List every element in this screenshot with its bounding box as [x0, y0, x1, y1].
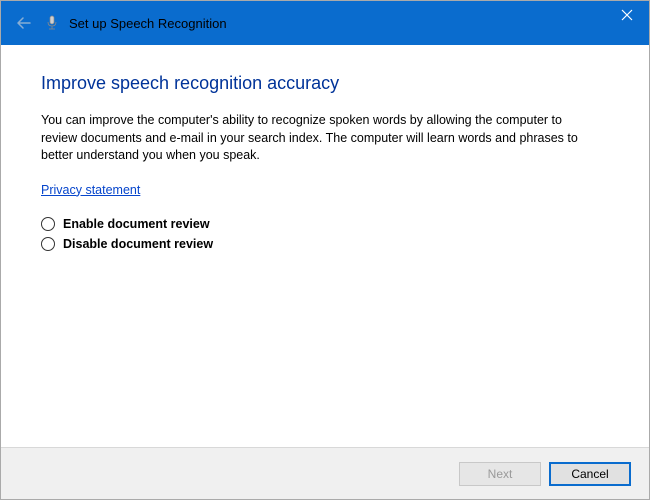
- microphone-icon: [43, 14, 61, 32]
- radio-disable-label: Disable document review: [63, 237, 213, 251]
- back-arrow-icon[interactable]: [15, 14, 33, 32]
- titlebar: Set up Speech Recognition: [1, 1, 649, 45]
- radio-disable-document-review[interactable]: Disable document review: [41, 237, 609, 251]
- document-review-radio-group: Enable document review Disable document …: [41, 217, 609, 251]
- close-button[interactable]: [605, 1, 649, 29]
- radio-enable-document-review[interactable]: Enable document review: [41, 217, 609, 231]
- privacy-statement-link[interactable]: Privacy statement: [41, 183, 140, 197]
- radio-icon: [41, 217, 55, 231]
- content-area: Improve speech recognition accuracy You …: [1, 45, 649, 447]
- next-button: Next: [459, 462, 541, 486]
- radio-icon: [41, 237, 55, 251]
- footer-bar: Next Cancel: [1, 447, 649, 499]
- page-heading: Improve speech recognition accuracy: [41, 73, 609, 94]
- radio-enable-label: Enable document review: [63, 217, 210, 231]
- window-title: Set up Speech Recognition: [69, 16, 227, 31]
- cancel-button[interactable]: Cancel: [549, 462, 631, 486]
- description-text: You can improve the computer's ability t…: [41, 112, 601, 165]
